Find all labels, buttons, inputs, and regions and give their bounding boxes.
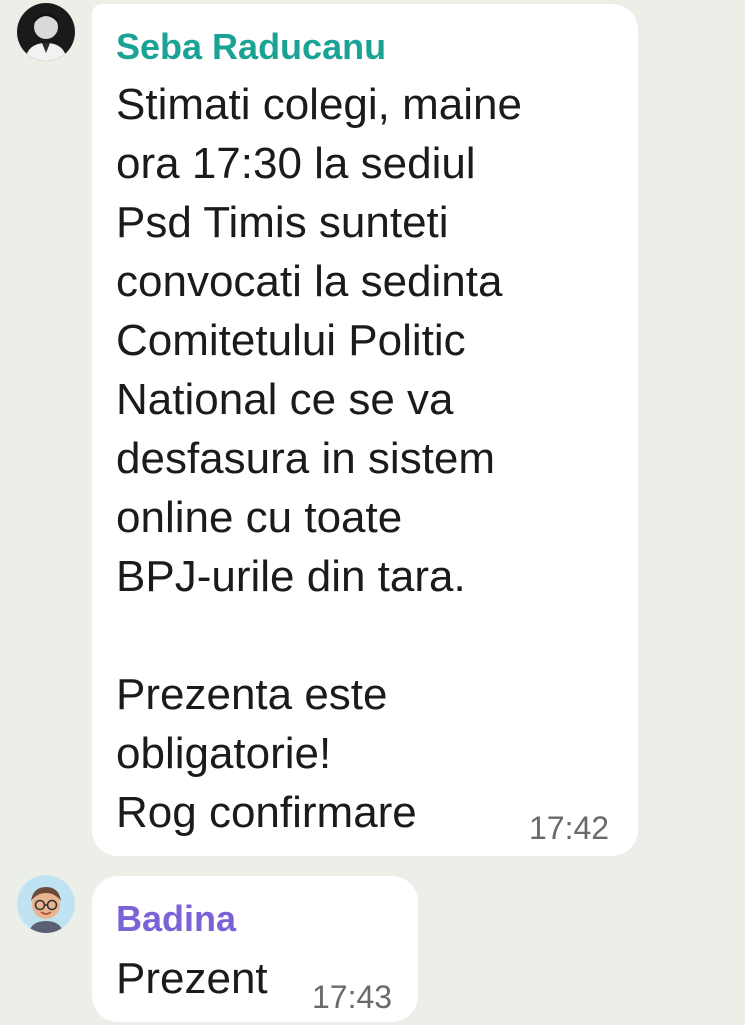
man-photo-avatar-icon bbox=[17, 3, 75, 61]
message-timestamp: 17:43 bbox=[312, 979, 393, 1015]
sender-avatar-badina[interactable] bbox=[17, 875, 75, 933]
sender-name[interactable]: Seba Raducanu bbox=[116, 26, 386, 68]
chat-view: Seba Raducanu Stimati colegi, maine ora … bbox=[0, 0, 745, 1025]
memoji-avatar-icon bbox=[17, 875, 75, 933]
sender-name[interactable]: Badina bbox=[116, 898, 236, 940]
message-text: Prezent bbox=[116, 954, 268, 1003]
message-text: Stimati colegi, maine ora 17:30 la sediu… bbox=[116, 80, 522, 837]
message-bubble[interactable]: Seba Raducanu Stimati colegi, maine ora … bbox=[92, 4, 638, 856]
message-timestamp: 17:42 bbox=[529, 810, 610, 846]
sender-avatar-seba[interactable] bbox=[17, 3, 75, 61]
message-bubble[interactable]: Badina Prezent 17:43 bbox=[92, 876, 418, 1022]
